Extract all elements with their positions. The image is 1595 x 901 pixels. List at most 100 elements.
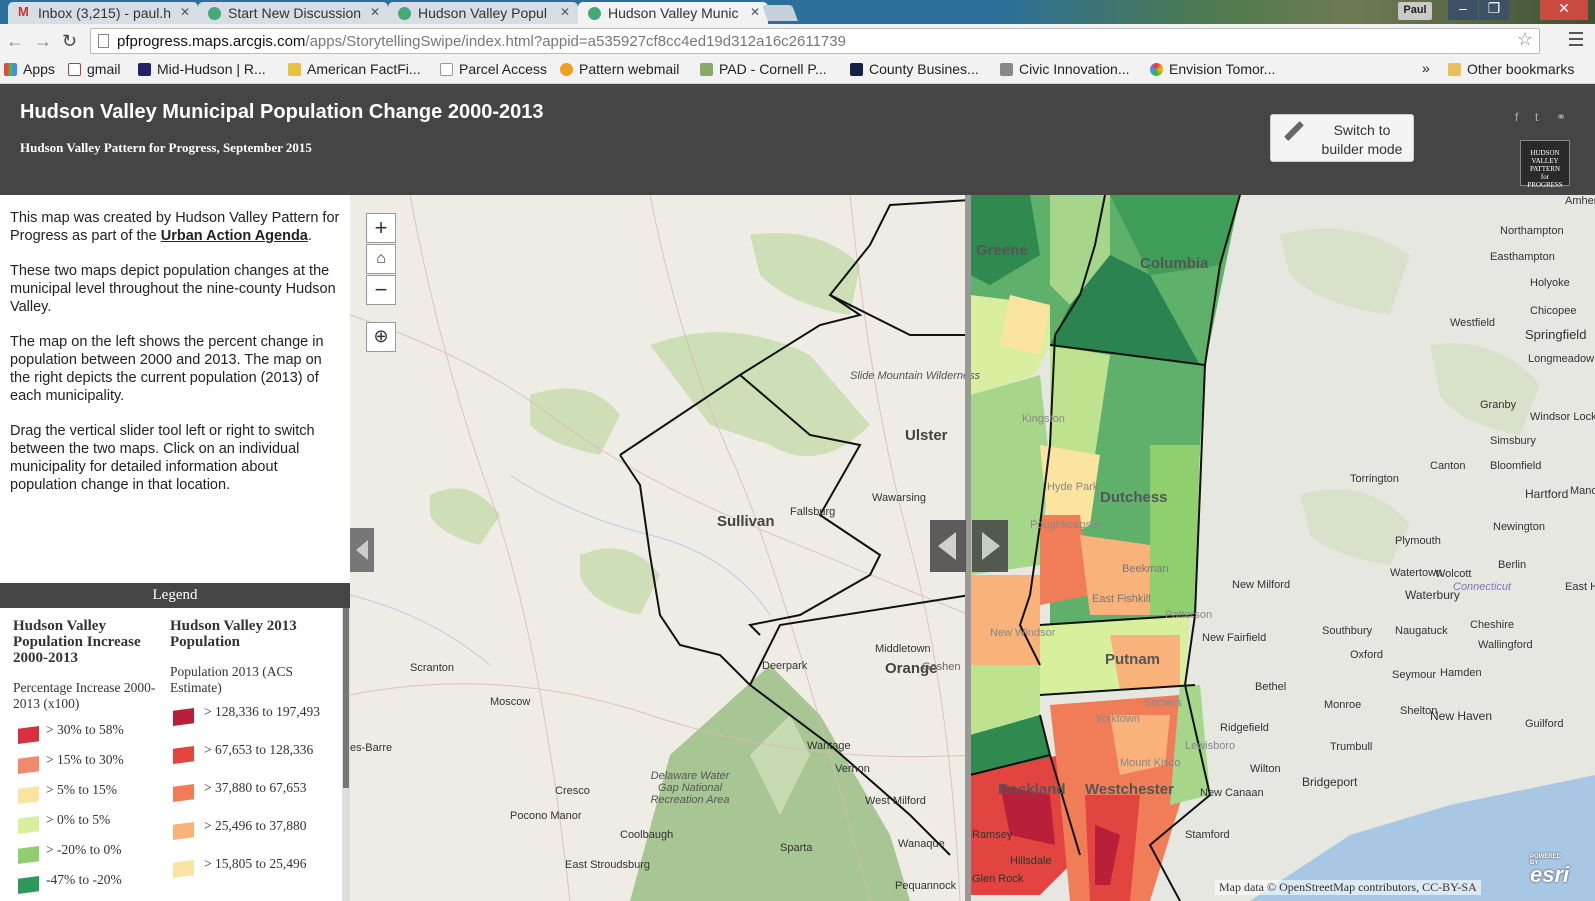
url-input[interactable]: pfprogress.maps.arcgis.com/apps/Storytel… [90,28,1540,54]
map-label-east-fishkill: East Fishkill [1092,593,1151,605]
flag-icon [138,63,151,76]
tab-close-icon[interactable]: ✕ [560,5,570,19]
map-label-bridgeport: Bridgeport [1302,775,1358,789]
swipe-left-button[interactable] [930,520,966,572]
legend-item: > 25,496 to 37,880 [170,818,338,856]
description-p2: These two maps depict population changes… [10,263,336,315]
map-label-holyoke: Holyoke [1530,277,1570,289]
tab-close-icon[interactable]: ✕ [370,5,380,19]
locate-button[interactable]: ⊕ [366,322,396,352]
map-label-greene: Greene [976,242,1028,259]
tab-label: Hudson Valley Munic [608,5,739,21]
description-p4: Drag the vertical slider tool left or ri… [10,423,315,493]
bookmark-webmail[interactable]: Pattern webmail [560,61,679,77]
legend-item-label: > 128,336 to 197,493 [204,704,320,719]
factfinder-icon [288,63,301,76]
scrollbar-thumb[interactable] [343,608,349,788]
arrow-right-icon [982,532,1000,560]
app-header: Hudson Valley Municipal Population Chang… [0,84,1595,195]
back-icon[interactable]: ← [6,31,24,52]
map-label-windsor-locks: Windsor Locks [1530,411,1595,423]
map-label-coolbaugh: Coolbaugh [620,829,674,841]
map-label-glen-rock: Glen Rock [972,873,1024,885]
map-label-northampton: Northampton [1500,225,1564,237]
browser-tab-discussion[interactable]: Start New Discussion ✕ [198,2,388,24]
zoom-out-button[interactable]: − [366,275,396,305]
bookmark-mid-hudson[interactable]: Mid-Hudson | R... [138,61,266,77]
browser-tab-gmail[interactable]: M Inbox (3,215) - paul.h ✕ [8,2,198,24]
maximize-icon[interactable]: ❐ [1479,0,1509,20]
legend-left-subtitle: Percentage Increase 2000-2013 (x100) [13,680,156,711]
twitter-icon[interactable]: t [1535,110,1538,124]
legend-scrollbar[interactable] [342,608,350,901]
logo-line: HUDSON VALLEY [1530,149,1560,165]
minimize-icon[interactable]: – [1448,0,1478,20]
switch-builder-mode-button[interactable]: Switch to builder mode [1270,114,1414,162]
legend-item: > 15% to 30% [13,752,165,782]
swipe-right-button[interactable] [972,520,1008,572]
map-label-wawarsing: Wawarsing [872,492,926,504]
bookmarks-bar: Apps gmail Mid-Hudson | R... American Fa… [0,58,1595,84]
map-label-sparta: Sparta [780,842,813,854]
map-label-plymouth: Plymouth [1395,535,1441,547]
bookmark-label: Mid-Hudson | R... [157,61,266,77]
apps-icon [4,63,17,76]
page-title: Hudson Valley Municipal Population Chang… [20,101,544,123]
legend-item-label: > 5% to 15% [46,782,117,797]
legend-right-column: Hudson Valley 2013 Population Population… [170,618,338,894]
reload-icon[interactable]: ↻ [62,31,77,52]
map-label-amherst: Amherst [1565,195,1595,207]
esri-powered-by: POWERED BY [1530,854,1562,866]
map-label-fallsburg: Fallsburg [790,506,836,518]
description-text: . [307,228,312,244]
bookmark-gmail[interactable]: gmail [68,61,120,77]
bookmark-apps[interactable]: Apps [4,61,55,77]
panel-collapse-button[interactable] [350,528,374,572]
tab-label: Start New Discussion [228,5,362,21]
zoom-in-button[interactable]: + [366,213,396,243]
address-bar-row: ← → ↻ pfprogress.maps.arcgis.com/apps/St… [0,24,1595,58]
legend-item-label: > -20% to 0% [46,842,122,857]
map-label-dutchess: Dutchess [1100,489,1168,506]
map-label-moscow: Moscow [490,696,531,708]
esri-logo: POWERED BY esri [1530,854,1569,888]
forward-icon[interactable]: → [34,31,52,52]
chrome-menu-icon[interactable] [1569,32,1583,46]
home-button[interactable]: ⌂ [366,244,396,274]
bookmark-civic[interactable]: Civic Innovation... [1000,61,1130,77]
map-label-east-stroudsburg: East Stroudsburg [565,859,650,871]
urban-action-agenda-link[interactable]: Urban Action Agenda [161,228,308,244]
tab-close-icon[interactable]: ✕ [180,5,190,19]
map-label-springfield: Springfield [1525,327,1587,342]
side-panel: This map was created by Hudson Valley Pa… [0,195,350,901]
profile-badge[interactable]: Paul [1398,2,1432,20]
bookmark-pad-cornell[interactable]: PAD - Cornell P... [700,61,827,77]
close-window-icon[interactable]: ✕ [1540,0,1588,20]
facebook-icon[interactable]: f [1515,110,1518,124]
map-label-hillsdale: Hillsdale [1010,855,1052,867]
legend-swatch [18,816,39,834]
map-label-canton: Canton [1430,460,1466,472]
bookmark-county-business[interactable]: County Busines... [850,61,979,77]
tab-close-icon[interactable]: ✕ [750,5,760,19]
bookmark-label: PAD - Cornell P... [719,61,827,77]
bookmarks-overflow[interactable]: » [1422,60,1430,76]
bookmark-parcel[interactable]: Parcel Access [440,61,547,77]
other-bookmarks[interactable]: Other bookmarks [1448,61,1574,77]
logo-line: PROGRESS [1527,181,1563,189]
legend-item: > 37,880 to 67,653 [170,780,338,818]
link-icon[interactable]: ⚭ [1556,110,1566,124]
browser-tab-municipal-active[interactable]: Hudson Valley Munic ✕ [578,2,768,24]
legend-item: > 30% to 58% [13,722,165,752]
bookmark-factfinder[interactable]: American FactFi... [288,61,421,77]
bookmark-star-icon[interactable]: ☆ [1517,29,1533,50]
new-tab-button[interactable] [762,5,798,21]
bookmark-envision[interactable]: Envision Tomor... [1150,61,1275,77]
globe-icon [398,7,411,20]
legend-swatch [173,784,194,802]
map-label-delaware-water-gap: Delaware Water Gap National Recreation A… [650,770,730,806]
map-label-ulster: Ulster [905,427,948,444]
legend-item-label: > 25,496 to 37,880 [204,818,307,833]
map-label-east-ham: East Ham [1565,581,1595,593]
browser-tab-population[interactable]: Hudson Valley Popul ✕ [388,2,578,24]
